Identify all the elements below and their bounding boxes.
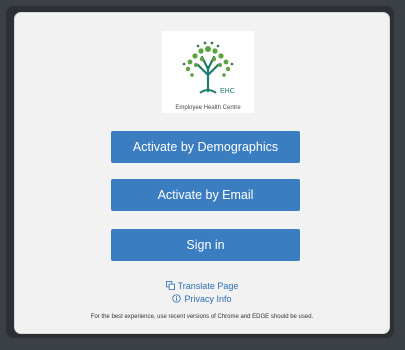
logo: EHC Employee Health Centre: [162, 31, 254, 113]
tree-logo-icon: EHC: [182, 41, 235, 95]
privacy-info-label: Privacy Info: [184, 293, 232, 304]
translate-page-label: Translate Page: [177, 280, 239, 291]
sign-in-button[interactable]: Sign in: [111, 229, 300, 261]
translate-page-link[interactable]: Translate Page: [15, 279, 389, 292]
logo-initials: EHC: [220, 88, 235, 95]
translate-icon: [165, 281, 175, 290]
activate-by-email-button[interactable]: Activate by Email: [111, 179, 300, 211]
login-card: EHC Employee Health Centre Activate by D…: [14, 12, 390, 334]
info-icon: [172, 294, 182, 303]
logo-caption: Employee Health Centre: [175, 105, 241, 111]
footer-links: Translate Page Privacy Info: [15, 279, 389, 305]
privacy-info-link[interactable]: Privacy Info: [15, 292, 389, 305]
activate-by-demographics-button[interactable]: Activate by Demographics: [111, 131, 300, 163]
browser-notice: For the best experience, use recent vers…: [90, 314, 314, 320]
